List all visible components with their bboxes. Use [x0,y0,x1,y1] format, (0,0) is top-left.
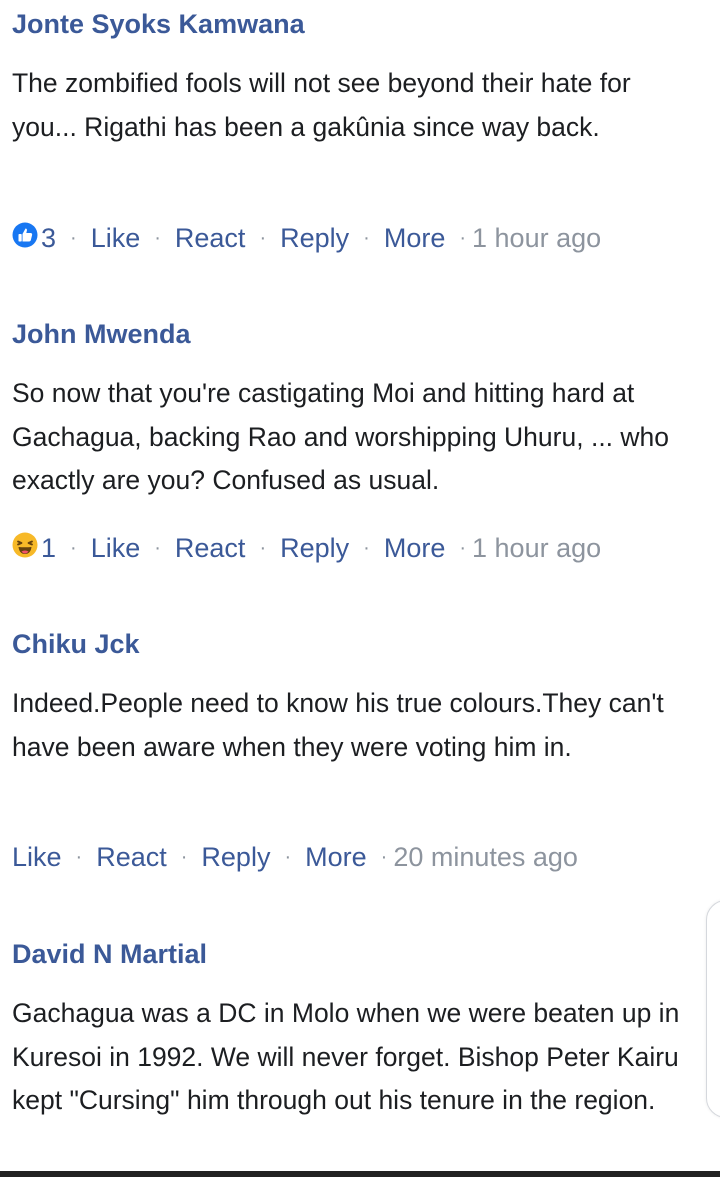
comment: David N Martial Gachagua was a DC in Mol… [12,930,696,1170]
comment-text: Gachagua was a DC in Molo when we were b… [12,998,680,1115]
separator-dot: · [259,227,267,249]
separator-dot: · [363,537,370,559]
comment-author[interactable]: Chiku Jck [12,628,140,660]
reply-button[interactable]: Reply [201,839,270,875]
react-button[interactable]: React [175,220,246,256]
react-button[interactable]: React [96,839,167,875]
separator-dot: · [154,537,161,559]
bottom-divider [0,1171,720,1177]
like-icon[interactable] [12,222,38,248]
reaction-count[interactable]: 1 [41,530,56,566]
separator-dot: · [363,227,370,249]
comment-actions: 3 · Like · React · Reply · More · 1 hour… [12,220,601,256]
comment-text: So now that you're castigating Moi and h… [12,378,670,495]
comment: John Mwenda So now that you're castigati… [12,310,696,580]
like-button[interactable]: Like [12,839,62,875]
more-button[interactable]: More [384,220,446,256]
separator-dot: · [154,227,161,249]
reaction-count[interactable]: 3 [41,220,56,256]
separator-dot: · [284,846,292,868]
comment-actions: 1 · Like · React · Reply · More · 1 hour… [12,530,601,566]
haha-icon[interactable] [12,532,38,558]
comment-author[interactable]: Jonte Syoks Kamwana [12,8,305,40]
separator-dot: · [70,537,77,559]
comment: Chiku Jck Indeed.People need to know his… [12,620,696,890]
separator-dot: · [380,846,388,868]
timestamp[interactable]: 20 minutes ago [393,839,578,875]
separator-dot: · [75,846,83,868]
timestamp[interactable]: 1 hour ago [472,530,601,566]
reply-button[interactable]: Reply [280,530,349,566]
separator-dot: · [259,537,267,559]
floating-panel-edge[interactable] [706,900,720,1118]
comment-author[interactable]: John Mwenda [12,318,191,350]
reply-button[interactable]: Reply [280,220,349,256]
separator-dot: · [459,227,467,249]
separator-dot: · [70,227,77,249]
comment-text: Indeed.People need to know his true colo… [12,688,664,762]
comment: Jonte Syoks Kamwana The zombified fools … [12,0,696,270]
comment-text: The zombified fools will not see beyond … [12,68,631,142]
comment-author[interactable]: David N Martial [12,938,207,970]
more-button[interactable]: More [384,530,446,566]
separator-dot: · [459,537,467,559]
like-button[interactable]: Like [91,530,141,566]
like-button[interactable]: Like [91,220,141,256]
comment-actions: Like · React · Reply · More · 20 minutes… [12,839,578,875]
more-button[interactable]: More [305,839,367,875]
separator-dot: · [180,846,188,868]
timestamp[interactable]: 1 hour ago [472,220,601,256]
react-button[interactable]: React [175,530,246,566]
